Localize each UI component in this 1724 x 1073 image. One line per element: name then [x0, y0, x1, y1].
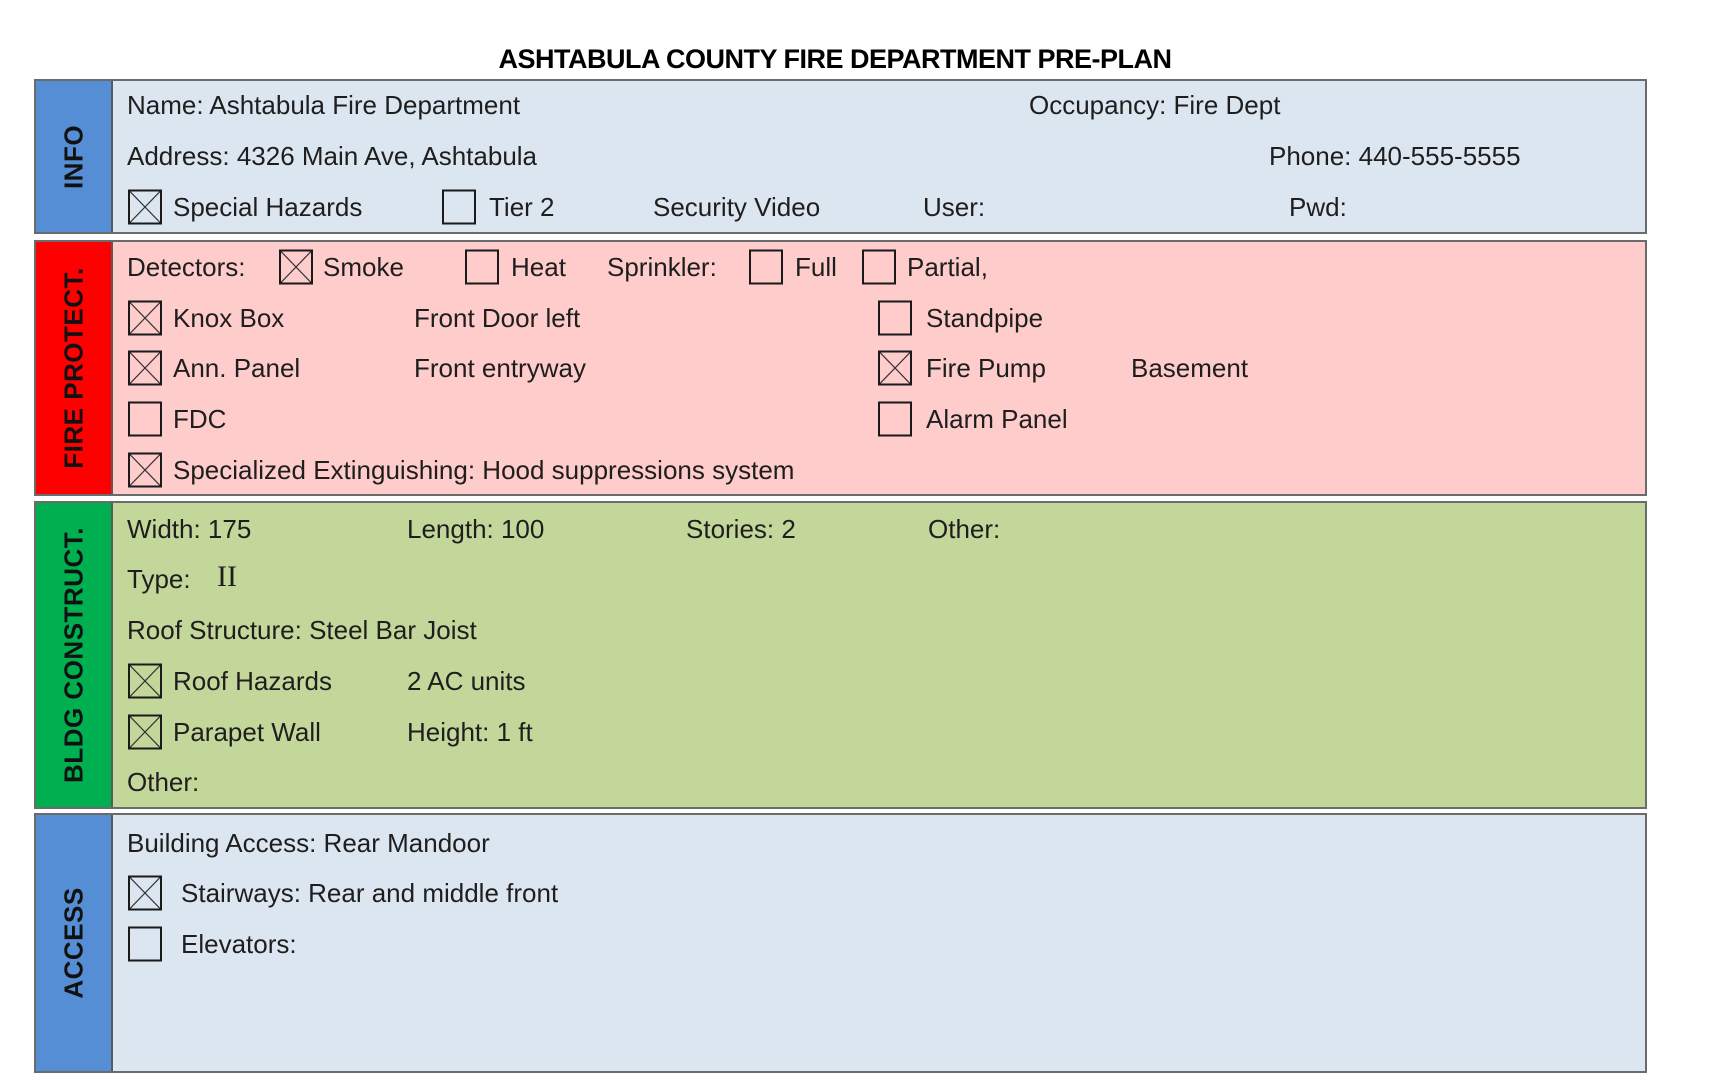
- stairways-label: Stairways: Rear and middle front: [181, 878, 559, 908]
- parapet-wall-checkbox[interactable]: [128, 714, 162, 750]
- bldg-construct-section-label: BLDG CONSTRUCT.: [58, 527, 88, 783]
- detectors-label: Detectors:: [127, 252, 246, 282]
- parapet-wall-label: Parapet Wall: [173, 717, 321, 747]
- bldg-construct-body: Width: 175 Length: 100 Stories: 2 Other:…: [113, 503, 1645, 807]
- fire-pump-checkbox[interactable]: [878, 350, 912, 386]
- fire-protect-body: Detectors: Smoke Heat Sprinkler: Full Pa…: [113, 242, 1645, 494]
- stairways-checkbox[interactable]: [128, 875, 162, 911]
- checkbox-x-mark-icon: [281, 251, 311, 283]
- length-field: Length: 100: [407, 514, 545, 544]
- width-field: Width: 175: [127, 514, 252, 544]
- specialized-extinguishing-checkbox[interactable]: [128, 452, 162, 488]
- phone-field: Phone: 440-555-5555: [1269, 141, 1521, 171]
- checkbox-x-mark-icon: [130, 665, 160, 697]
- knox-box-label: Knox Box: [173, 303, 285, 333]
- bldg-construct-section: BLDG CONSTRUCT. Width: 175 Length: 100 S…: [34, 501, 1647, 809]
- heat-checkbox[interactable]: [465, 249, 499, 285]
- smoke-label: Smoke: [323, 252, 404, 282]
- checkbox-x-mark-icon: [130, 454, 160, 486]
- fire-protect-section-label: FIRE PROTECT.: [58, 267, 88, 469]
- type-value: II: [217, 560, 237, 593]
- name-field: Name: Ashtabula Fire Department: [127, 90, 521, 120]
- roof-hazards-label: Roof Hazards: [173, 666, 332, 696]
- roof-hazards-detail: 2 AC units: [407, 666, 526, 696]
- parapet-wall-detail: Height: 1 ft: [407, 717, 533, 747]
- fire-pump-location: Basement: [1131, 353, 1249, 383]
- sprinkler-full-label: Full: [795, 252, 837, 282]
- ann-panel-label: Ann. Panel: [173, 353, 301, 383]
- occupancy-field: Occupancy: Fire Dept: [1029, 90, 1281, 120]
- tier2-checkbox[interactable]: [442, 189, 476, 225]
- bldg-construct-label-column: BLDG CONSTRUCT.: [36, 503, 113, 807]
- fire-protect-label-column: FIRE PROTECT.: [36, 242, 113, 494]
- fire-pump-label: Fire Pump: [926, 353, 1046, 383]
- standpipe-checkbox[interactable]: [878, 300, 912, 336]
- info-section: INFO Name: Ashtabula Fire Department Occ…: [34, 79, 1647, 234]
- sprinkler-label: Sprinkler:: [607, 252, 717, 282]
- access-section-label: ACCESS: [58, 887, 88, 999]
- special-hazards-label: Special Hazards: [173, 192, 363, 222]
- elevators-checkbox[interactable]: [128, 926, 162, 962]
- roof-structure-field: Roof Structure: Steel Bar Joist: [127, 615, 477, 645]
- access-section: ACCESS Building Access: Rear Mandoor Sta…: [34, 813, 1647, 1073]
- alarm-panel-checkbox[interactable]: [878, 401, 912, 437]
- page-title: ASHTABULA COUNTY FIRE DEPARTMENT PRE-PLA…: [498, 44, 1173, 74]
- other-field-top: Other:: [928, 514, 1001, 544]
- security-video-label: Security Video: [653, 192, 821, 222]
- checkbox-x-mark-icon: [130, 877, 160, 909]
- checkbox-x-mark-icon: [130, 716, 160, 748]
- fdc-label: FDC: [173, 404, 227, 434]
- pwd-field: Pwd:: [1289, 192, 1347, 222]
- ann-panel-location: Front entryway: [414, 353, 586, 383]
- specialized-extinguishing-label: Specialized Extinguishing: Hood suppress…: [173, 455, 795, 485]
- checkbox-x-mark-icon: [130, 191, 160, 223]
- checkbox-x-mark-icon: [880, 352, 910, 384]
- user-field: User:: [923, 192, 986, 222]
- other-field-bottom: Other:: [127, 767, 200, 797]
- info-body: Name: Ashtabula Fire Department Occupanc…: [113, 81, 1645, 232]
- standpipe-label: Standpipe: [926, 303, 1044, 333]
- checkbox-x-mark-icon: [130, 302, 160, 334]
- stories-field: Stories: 2: [686, 514, 796, 544]
- sprinkler-partial-checkbox[interactable]: [862, 249, 896, 285]
- knox-box-location: Front Door left: [414, 303, 581, 333]
- smoke-checkbox[interactable]: [279, 249, 313, 285]
- info-label-column: INFO: [36, 81, 113, 232]
- sprinkler-partial-label: Partial,: [907, 252, 988, 282]
- special-hazards-checkbox[interactable]: [128, 189, 162, 225]
- checkbox-x-mark-icon: [130, 352, 160, 384]
- type-label: Type:: [127, 564, 191, 594]
- fire-protect-section: FIRE PROTECT. Detectors: Smoke Heat Spri…: [34, 240, 1647, 496]
- heat-label: Heat: [511, 252, 566, 282]
- sprinkler-full-checkbox[interactable]: [749, 249, 783, 285]
- roof-hazards-checkbox[interactable]: [128, 663, 162, 699]
- elevators-label: Elevators:: [181, 929, 297, 959]
- info-section-label: INFO: [58, 124, 88, 189]
- knox-box-checkbox[interactable]: [128, 300, 162, 336]
- ann-panel-checkbox[interactable]: [128, 350, 162, 386]
- fdc-checkbox[interactable]: [128, 401, 162, 437]
- tier2-label: Tier 2: [489, 192, 555, 222]
- access-label-column: ACCESS: [36, 815, 113, 1071]
- address-field: Address: 4326 Main Ave, Ashtabula: [127, 141, 538, 171]
- access-body: Building Access: Rear Mandoor Stairways:…: [113, 815, 1645, 1071]
- alarm-panel-label: Alarm Panel: [926, 404, 1068, 434]
- building-access-field: Building Access: Rear Mandoor: [127, 828, 490, 858]
